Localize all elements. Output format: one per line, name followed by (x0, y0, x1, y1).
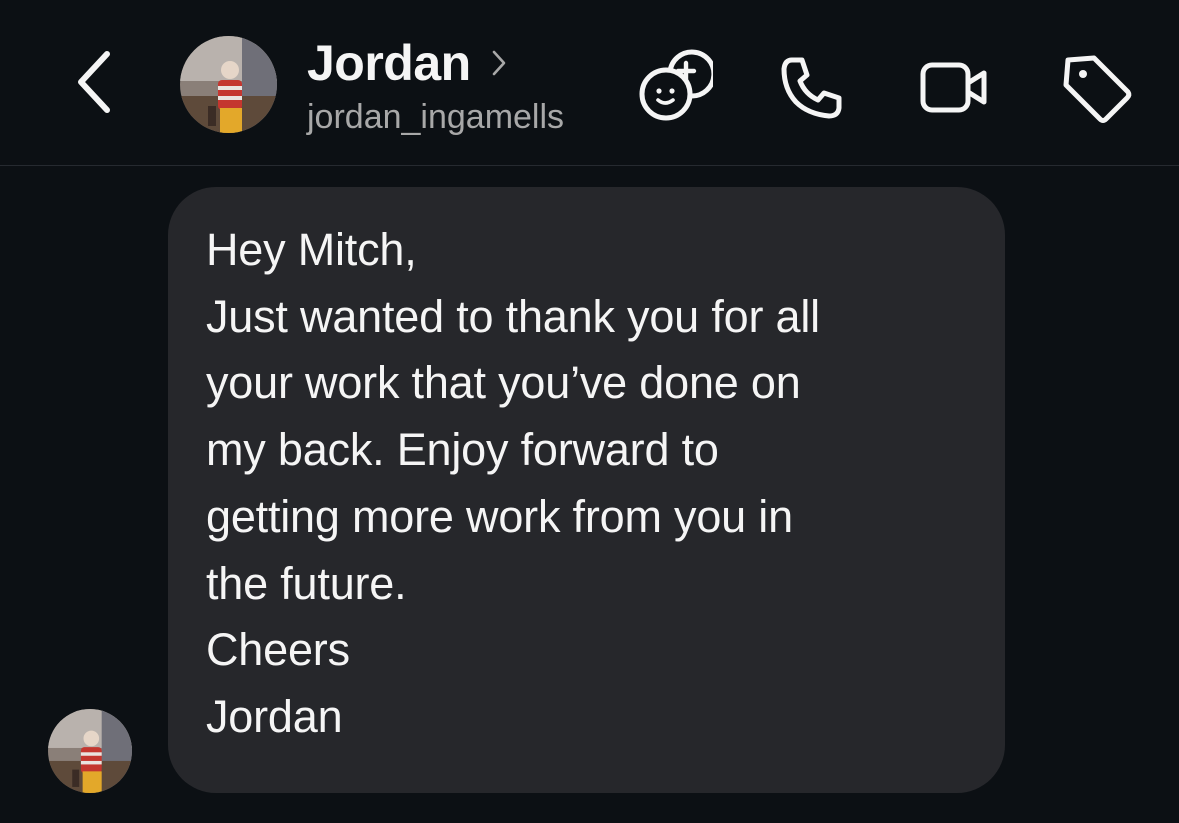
avatar-photo (48, 709, 132, 793)
message-line: my back. Enjoy forward to (206, 424, 719, 476)
sender-avatar[interactable] (48, 709, 132, 793)
video-camera-icon (913, 48, 993, 133)
tag-icon (1056, 48, 1136, 133)
contact-username: jordan_ingamells (307, 98, 565, 136)
contact-name-block[interactable]: Jordan jordan_ingamells (307, 30, 564, 137)
message-line: the future. (206, 557, 407, 609)
call-button[interactable] (772, 50, 852, 130)
message-bubble[interactable]: Hey Mitch, Just wanted to thank you for … (168, 187, 1005, 793)
chevron-right-icon (491, 49, 507, 77)
back-chevron-icon (75, 50, 115, 119)
dm-thread-screen: Jordan jordan_ingamells Hey Mitch, Just … (0, 0, 1179, 823)
contact-name: Jordan (307, 35, 471, 91)
contact-avatar[interactable] (180, 36, 277, 133)
thread-header: Jordan jordan_ingamells (0, 0, 1179, 166)
message-line: Hey Mitch, (206, 224, 417, 275)
message-line: your work that you’ve done on (206, 357, 801, 409)
message-line: Cheers (206, 624, 350, 676)
avatar-photo (180, 36, 277, 133)
video-call-button[interactable] (913, 50, 993, 130)
message-line: getting more work from you in (206, 490, 793, 542)
tag-button[interactable] (1056, 50, 1136, 130)
back-button[interactable] (62, 44, 128, 124)
add-people-icon (633, 48, 717, 133)
message-line: Just wanted to thank you for all (206, 290, 820, 342)
phone-icon (772, 48, 852, 133)
message-line: Jordan (206, 690, 343, 742)
add-people-button[interactable] (633, 48, 717, 133)
